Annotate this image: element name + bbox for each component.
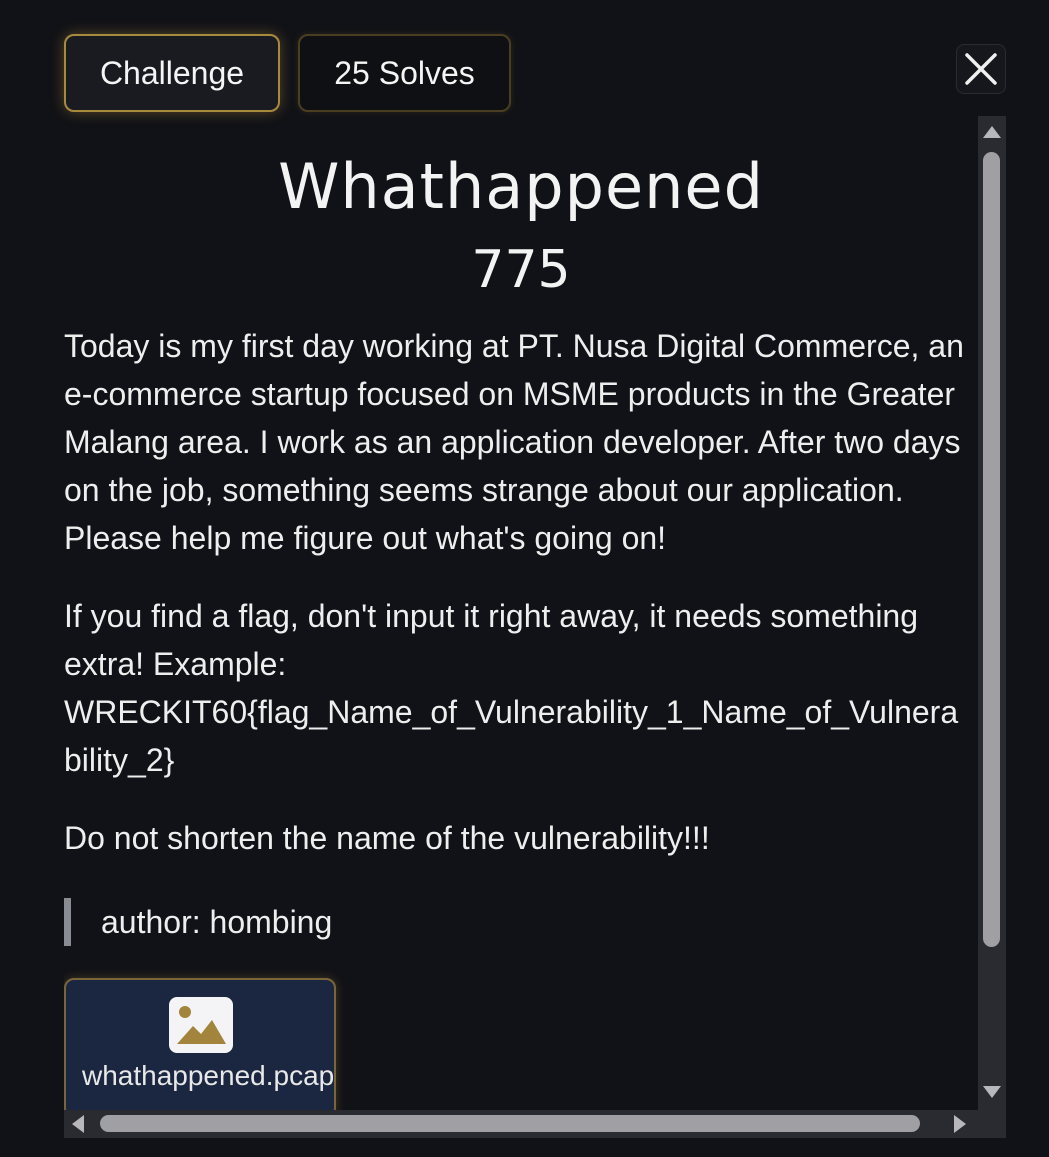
attachment-file[interactable]: whathappened.pcap bbox=[64, 978, 336, 1110]
flag-format-example: WRECKIT60{flag_Name_of_Vulnerability_1_N… bbox=[64, 694, 959, 778]
vertical-scrollbar[interactable] bbox=[978, 116, 1006, 1110]
scrollbar-corner bbox=[978, 1110, 1006, 1138]
horizontal-scrollbar[interactable] bbox=[64, 1110, 978, 1138]
challenge-content[interactable]: Whathappened 775 Today is my first day w… bbox=[64, 116, 978, 1110]
challenge-title: Whathappened bbox=[278, 150, 764, 223]
scroll-down-arrow-icon[interactable] bbox=[982, 1084, 1002, 1100]
scroll-right-arrow-icon[interactable] bbox=[952, 1114, 968, 1134]
scroll-up-arrow-icon[interactable] bbox=[982, 124, 1002, 140]
challenge-modal: Challenge 25 Solves Whathappened 775 Tod… bbox=[0, 0, 1049, 1157]
image-icon bbox=[169, 997, 233, 1053]
vertical-scrollbar-thumb[interactable] bbox=[983, 152, 1000, 947]
description-paragraph: Do not shorten the name of the vulnerabi… bbox=[64, 820, 710, 856]
author-blockquote: author: hombing bbox=[64, 898, 332, 946]
scroll-left-arrow-icon[interactable] bbox=[70, 1114, 86, 1134]
description-paragraph: Today is my first day working at PT. Nus… bbox=[64, 328, 964, 556]
close-button[interactable] bbox=[956, 44, 1006, 94]
tab-challenge[interactable]: Challenge bbox=[64, 34, 280, 112]
description-paragraph: If you find a flag, don't input it right… bbox=[64, 598, 919, 682]
tab-solves[interactable]: 25 Solves bbox=[298, 34, 511, 112]
horizontal-scrollbar-thumb[interactable] bbox=[100, 1115, 920, 1132]
challenge-points: 775 bbox=[471, 240, 571, 300]
close-icon bbox=[965, 53, 997, 85]
challenge-description: Today is my first day working at PT. Nus… bbox=[64, 322, 974, 892]
attachment-file-name: whathappened.pcap bbox=[82, 1060, 335, 1091]
